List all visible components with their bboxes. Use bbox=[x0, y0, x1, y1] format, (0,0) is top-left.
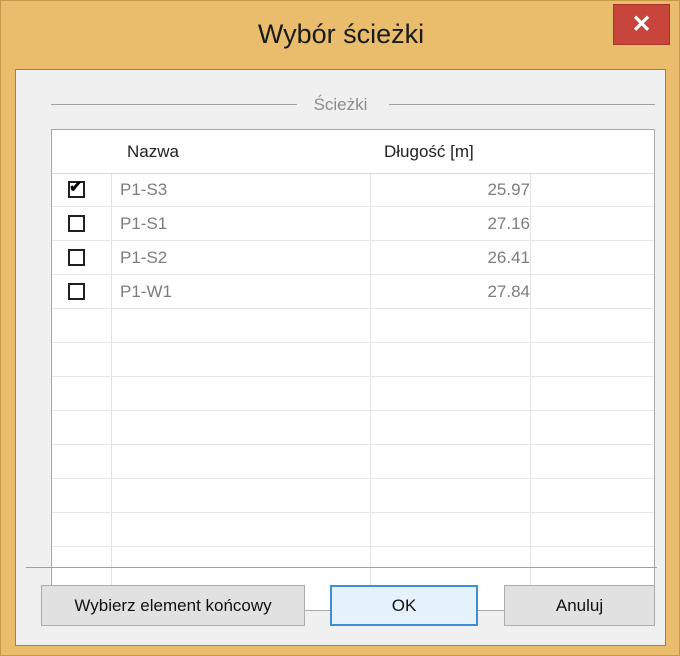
dialog-client-area: Ścieżki Nazwa Długość [m] ✔ P1-S3 25.97 P1-… bbox=[15, 69, 666, 646]
close-icon: ✕ bbox=[631, 11, 652, 38]
row-checkbox[interactable] bbox=[68, 283, 85, 300]
title-bar[interactable]: Wybór ścieżki ✕ bbox=[1, 1, 680, 69]
ok-button[interactable]: OK bbox=[330, 585, 478, 626]
path-length: 25.97 bbox=[487, 180, 530, 199]
table-header: Nazwa Długość [m] bbox=[52, 130, 654, 174]
path-length: 27.84 bbox=[487, 282, 530, 301]
group-legend: Ścieżki bbox=[311, 95, 370, 114]
empty-row bbox=[52, 479, 654, 513]
table-row[interactable]: P1-S1 27.16 bbox=[52, 207, 654, 241]
dialog-title: Wybór ścieżki bbox=[257, 19, 425, 49]
checkmark-icon: ✔ bbox=[69, 179, 83, 196]
table-row[interactable]: P1-W1 27.84 bbox=[52, 275, 654, 309]
path-name: P1-S1 bbox=[120, 214, 168, 233]
empty-row bbox=[52, 445, 654, 479]
table-row[interactable]: P1-S2 26.41 bbox=[52, 241, 654, 275]
row-checkbox[interactable]: ✔ bbox=[68, 179, 85, 198]
table-row[interactable]: ✔ P1-S3 25.97 bbox=[52, 173, 654, 207]
path-length: 26.41 bbox=[487, 248, 530, 267]
button-separator bbox=[26, 567, 657, 568]
column-header-length[interactable]: Długość [m] bbox=[384, 130, 474, 173]
row-checkbox[interactable] bbox=[68, 215, 85, 232]
dialog-window: Wybór ścieżki ✕ Ścieżki Nazwa Długość [m… bbox=[0, 0, 680, 656]
path-length: 27.16 bbox=[487, 214, 530, 233]
empty-row bbox=[52, 411, 654, 445]
cancel-button[interactable]: Anuluj bbox=[504, 585, 655, 626]
path-name: P1-W1 bbox=[120, 282, 172, 301]
empty-row bbox=[52, 377, 654, 411]
paths-table: Nazwa Długość [m] ✔ P1-S3 25.97 P1-S1 27.16 P… bbox=[51, 129, 655, 611]
path-name: P1-S2 bbox=[120, 248, 168, 267]
close-button[interactable]: ✕ bbox=[613, 4, 670, 45]
empty-row bbox=[52, 343, 654, 377]
column-header-name[interactable]: Nazwa bbox=[127, 130, 179, 173]
row-checkbox[interactable] bbox=[68, 249, 85, 266]
path-name: P1-S3 bbox=[120, 180, 168, 199]
empty-row bbox=[52, 309, 654, 343]
select-end-element-button[interactable]: Wybierz element końcowy bbox=[41, 585, 305, 626]
empty-row bbox=[52, 513, 654, 547]
